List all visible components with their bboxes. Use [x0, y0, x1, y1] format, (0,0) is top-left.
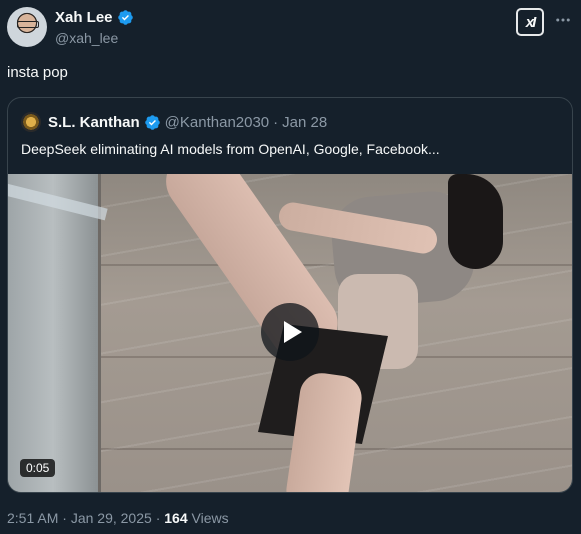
quote-text: DeepSeek eliminating AI models from Open…: [21, 141, 440, 157]
quote-author-avatar[interactable]: [21, 112, 41, 132]
video-frame-door: [8, 174, 101, 492]
grok-button[interactable]: xI: [516, 8, 544, 36]
quote-header: S.L. Kanthan @Kanthan2030 · Jan 28: [48, 114, 327, 131]
video-player[interactable]: 0:05: [8, 174, 572, 492]
author-handle[interactable]: @xah_lee: [55, 30, 118, 46]
video-duration: 0:05: [20, 459, 56, 477]
quote-separator: ·: [273, 114, 279, 131]
views-count[interactable]: 164: [164, 510, 187, 526]
author-avatar[interactable]: [7, 7, 47, 47]
tweet-text: insta pop: [7, 64, 68, 81]
quote-author-handle[interactable]: @Kanthan2030: [165, 114, 269, 131]
quote-date[interactable]: Jan 28: [282, 114, 327, 131]
tweet-time[interactable]: 2:51 AM: [7, 510, 58, 526]
author-name-row: Xah Lee: [55, 9, 134, 26]
verified-badge-icon: [144, 115, 160, 130]
author-display-name[interactable]: Xah Lee: [55, 9, 113, 26]
grok-icon: xI: [525, 13, 536, 31]
more-options-icon: [556, 18, 570, 22]
verified-badge-icon: [117, 10, 133, 25]
views-label: Views: [191, 510, 229, 526]
play-icon[interactable]: [261, 303, 319, 361]
video-frame-figure-hair: [448, 174, 503, 269]
tweet-metadata: 2:51 AM · Jan 29, 2025 · 164 Views: [7, 510, 229, 526]
quoted-tweet-card[interactable]: S.L. Kanthan @Kanthan2030 · Jan 28 DeepS…: [7, 97, 573, 493]
meta-separator: ·: [155, 510, 161, 526]
meta-separator: ·: [62, 510, 67, 526]
tweet-date[interactable]: Jan 29, 2025: [71, 510, 152, 526]
more-options-button[interactable]: [552, 9, 574, 31]
quote-author-name[interactable]: S.L. Kanthan: [48, 114, 140, 131]
